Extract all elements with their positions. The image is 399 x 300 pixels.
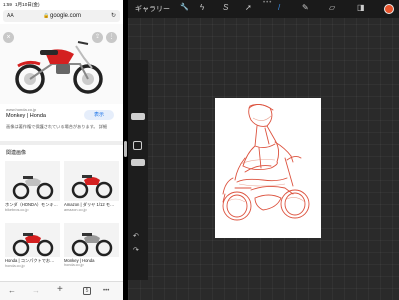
ipad-screen: 1:59 1月10日(金) AA 🔒 google.com ↻ × ⇪ ⋮ ww… xyxy=(0,0,399,300)
address-bar[interactable]: AA 🔒 google.com ↻ xyxy=(3,10,120,22)
brush-size-slider[interactable] xyxy=(131,113,145,120)
selection-icon[interactable]: S xyxy=(223,3,228,12)
related-image-card[interactable]: Amazon | ダリヤ 1/12 モ… amazon.co.jp xyxy=(64,161,119,212)
related-image-source: amazon.co.jp xyxy=(64,208,87,212)
status-date: 1月10日(金) xyxy=(15,1,40,7)
url-text[interactable]: google.com xyxy=(50,13,81,19)
related-image-thumbnail[interactable] xyxy=(5,223,60,257)
adjustments-icon[interactable]: ϟ xyxy=(200,3,204,12)
split-view-handle[interactable] xyxy=(124,141,127,157)
status-time: 1:59 xyxy=(3,1,12,7)
status-bar: 1:59 1月10日(金) xyxy=(0,0,123,9)
related-image-source: bikebros.co.jp xyxy=(5,208,29,212)
related-image-source: honda.co.jp xyxy=(5,264,25,268)
visit-button[interactable]: 表示 xyxy=(84,110,114,120)
color-picker[interactable] xyxy=(384,4,394,14)
drawing-canvas[interactable] xyxy=(215,98,321,238)
result-title[interactable]: Monkey | Honda xyxy=(6,113,46,119)
tabs-button[interactable]: 5 xyxy=(83,287,91,295)
related-image-thumbnail[interactable] xyxy=(64,161,119,201)
smudge-icon[interactable]: ✎ xyxy=(302,3,309,12)
refresh-icon[interactable]: ↻ xyxy=(111,12,116,19)
related-image-card[interactable]: Monkey | Honda honda.co.jp xyxy=(64,223,119,267)
forward-icon[interactable]: → xyxy=(32,286,40,295)
related-image-thumbnail[interactable] xyxy=(64,223,119,257)
opacity-slider[interactable] xyxy=(131,159,145,166)
safari-panel: 1:59 1月10日(金) AA 🔒 google.com ↻ × ⇪ ⋮ ww… xyxy=(0,0,123,300)
back-icon[interactable]: ← xyxy=(8,286,16,295)
more-dots-icon[interactable]: ••• xyxy=(263,0,272,6)
undo-icon[interactable]: ↶ xyxy=(133,232,139,240)
lock-icon: 🔒 xyxy=(43,12,50,19)
related-image-thumbnail[interactable] xyxy=(5,161,60,201)
image-preview: × ⇪ ⋮ xyxy=(0,24,123,104)
related-image-card[interactable]: ホンダ（HONDA）モンキ… bikebros.co.jp xyxy=(5,161,60,212)
new-tab-icon[interactable]: + xyxy=(57,284,63,295)
gallery-button[interactable]: ギャラリー xyxy=(135,4,170,14)
transform-icon[interactable]: ➚ xyxy=(245,3,252,12)
safari-toolbar: ← → + 5 ••• xyxy=(0,281,123,300)
procreate-toolbar: ギャラリー ••• 🔧 ϟ S ➚ / ✎ ▱ ◨ xyxy=(128,0,399,18)
brush-icon[interactable]: / xyxy=(278,3,280,12)
layers-icon[interactable]: ◨ xyxy=(357,3,365,12)
related-image-source: honda.co.jp xyxy=(64,263,84,267)
related-images-heading: 関連画像 xyxy=(6,150,27,156)
wrench-icon[interactable]: 🔧 xyxy=(180,3,189,11)
related-image-card[interactable]: Honda | コンパクトでお… honda.co.jp xyxy=(5,223,60,268)
modify-button[interactable] xyxy=(133,141,142,150)
reader-button[interactable]: AA xyxy=(7,13,14,19)
copyright-notice: 画像は著作権で保護されている場合があります。 詳細 xyxy=(6,124,108,129)
redo-icon[interactable]: ↷ xyxy=(133,246,139,254)
result-source: www.honda.co.jp xyxy=(6,107,37,112)
menu-icon[interactable]: ••• xyxy=(103,288,109,294)
eraser-icon[interactable]: ▱ xyxy=(329,3,335,12)
sketch-drawing xyxy=(222,103,310,221)
motorcycle-image xyxy=(15,41,103,94)
section-divider xyxy=(0,141,123,145)
